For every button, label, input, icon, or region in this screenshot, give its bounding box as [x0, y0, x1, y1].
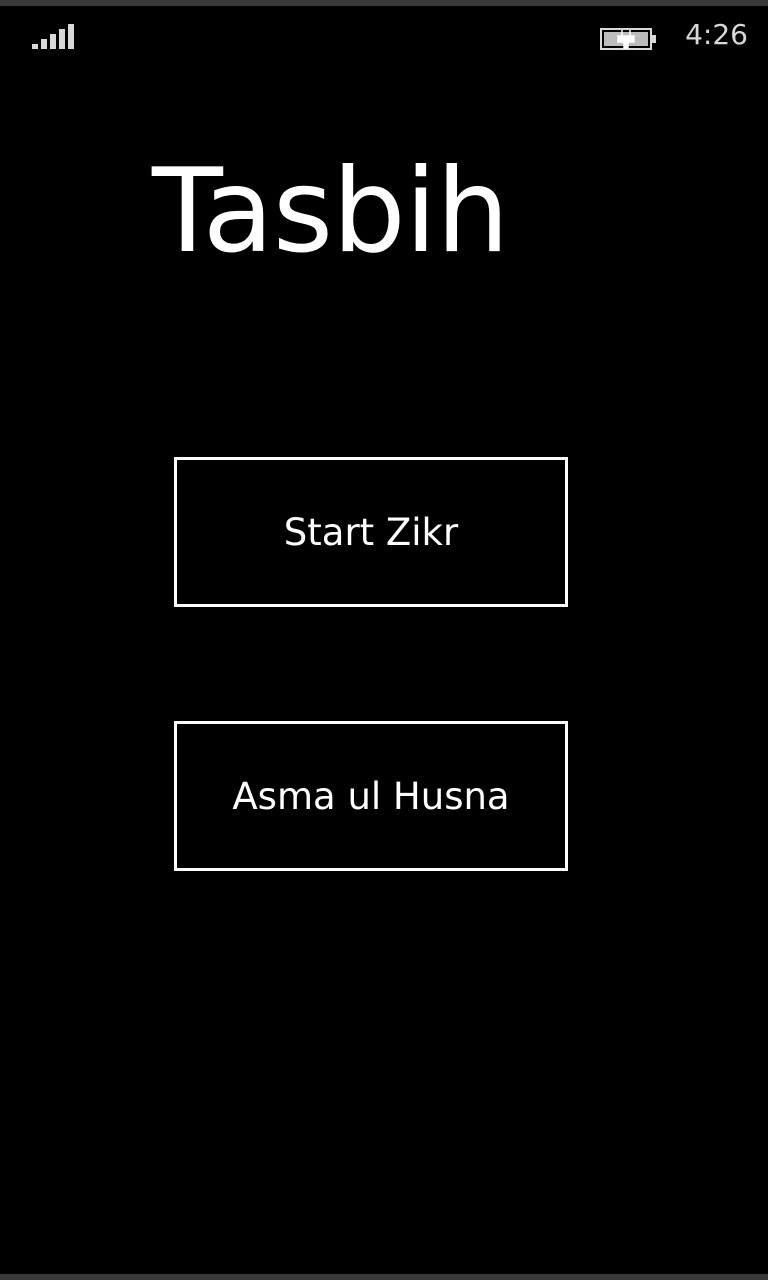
signal-strength-icon — [32, 24, 74, 49]
asma-ul-husna-label: Asma ul Husna — [232, 774, 510, 818]
status-bar: 4:26 — [0, 6, 768, 62]
app-title: Tasbih — [152, 144, 510, 279]
bottom-edge — [0, 1274, 768, 1280]
status-clock: 4:26 — [685, 18, 748, 51]
start-zikr-button[interactable]: Start Zikr — [174, 457, 568, 607]
start-zikr-label: Start Zikr — [283, 510, 459, 554]
asma-ul-husna-button[interactable]: Asma ul Husna — [174, 721, 568, 871]
battery-charging-icon — [600, 28, 656, 50]
